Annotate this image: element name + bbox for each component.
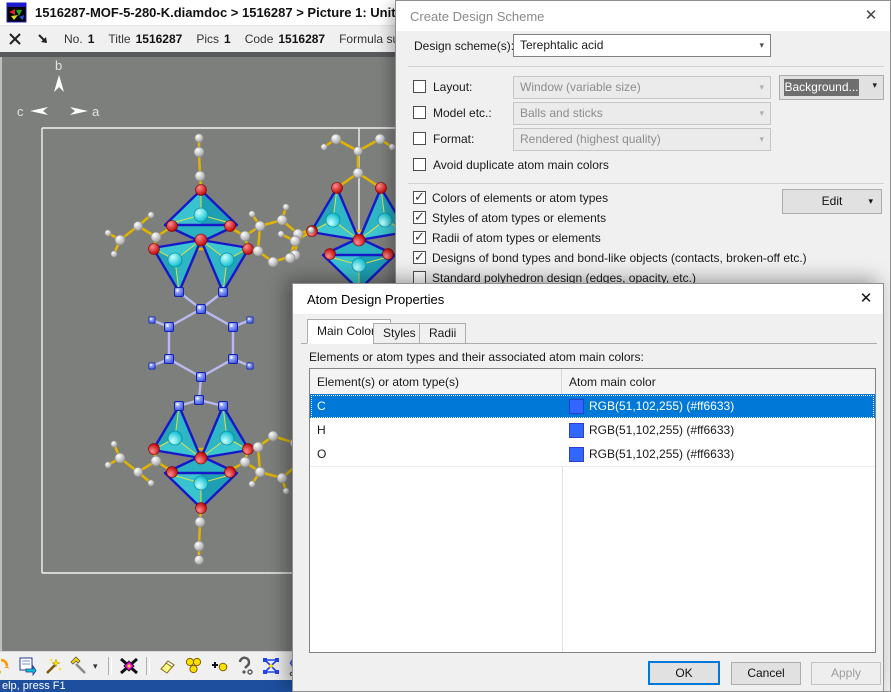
table-row-C[interactable]: C RGB(51,102,255) (#ff6633) [310, 394, 875, 419]
separator [408, 183, 884, 184]
toolbar-separator [146, 657, 150, 675]
layout-combobox: Window (variable size)▾ [513, 76, 771, 99]
polyhedra-cluster-upper [149, 185, 254, 293]
apply-button: Apply [811, 662, 881, 685]
background-dropdown-icon[interactable]: ▾ [872, 80, 877, 91]
toolbar-separator [108, 657, 112, 675]
atom-dialog-title: Atom Design Properties [307, 292, 444, 307]
add-atom-icon[interactable] [207, 654, 231, 678]
cancel-button[interactable]: Cancel [731, 662, 801, 685]
window-title: 1516287-MOF-5-280-K.diamdoc > 1516287 > … [35, 5, 406, 20]
bond-designs-option-checkbox[interactable] [413, 251, 426, 264]
colors-option-checkbox[interactable] [413, 191, 426, 204]
blue-atoms [149, 288, 253, 411]
layout-checkbox[interactable] [413, 80, 426, 93]
bond-designs-option-label: Designs of bond types and bond-like obje… [432, 251, 807, 265]
layout-label: Layout: [433, 80, 472, 94]
close-picture-icon[interactable] [8, 32, 22, 46]
format-combobox: Rendered (highest quality)▾ [513, 128, 771, 151]
color-swatch[interactable] [569, 447, 584, 462]
destroy-icon[interactable] [117, 654, 141, 678]
color-swatch[interactable] [569, 423, 584, 438]
eraser-icon[interactable] [155, 654, 179, 678]
polyhedra-cluster-lower [149, 406, 254, 514]
table-description: Elements or atom types and their associa… [309, 350, 644, 364]
status-text: elp, press F1 [2, 680, 66, 692]
color-swatch[interactable] [569, 399, 584, 414]
column-color: Atom main color [562, 369, 875, 394]
add-atoms-icon[interactable] [181, 654, 205, 678]
separator [408, 66, 884, 67]
app-icon [6, 2, 27, 23]
table-row-H[interactable]: H RGB(51,102,255) (#ff6633) [310, 418, 875, 443]
update-icon[interactable] [0, 654, 13, 678]
colors-option-label: Colors of elements or atom types [432, 191, 608, 205]
picture-report-icon[interactable] [15, 654, 39, 678]
avoid-duplicate-label: Avoid duplicate atom main colors [433, 158, 609, 172]
application-window: 1516287-MOF-5-280-K.diamdoc > 1516287 > … [0, 0, 891, 692]
axis-b-label: b [55, 58, 62, 73]
model-label: Model etc.: [433, 106, 492, 120]
build-icon[interactable] [67, 654, 91, 678]
atom-dialog-titlebar: Atom Design Properties ✕ [293, 284, 883, 314]
format-checkbox[interactable] [413, 132, 426, 145]
tab-radii[interactable]: Radii [419, 323, 466, 344]
tabstrip: Main Colors Styles Radii [301, 317, 877, 344]
build-dropdown-icon[interactable]: ▾ [93, 661, 103, 672]
edit-dropdown-icon[interactable]: ▾ [868, 190, 873, 213]
design-scheme-label: Design scheme(s): [414, 39, 514, 53]
goto-arrow-icon[interactable] [36, 32, 50, 46]
axis-a-label: a [92, 104, 100, 119]
column-element: Element(s) or atom type(s) [310, 369, 562, 394]
atom-design-properties-dialog: Atom Design Properties ✕ Main Colors Sty… [292, 283, 884, 692]
model-checkbox[interactable] [413, 106, 426, 119]
atom-color-table: Element(s) or atom type(s) Atom main col… [309, 368, 876, 653]
model-combobox: Balls and sticks▾ [513, 102, 771, 125]
close-icon[interactable]: ✕ [858, 4, 884, 28]
radii-option-checkbox[interactable] [413, 231, 426, 244]
axis-indicator: b c a [17, 58, 100, 119]
field-pics: Pics 1 [196, 32, 230, 46]
design-scheme-combobox[interactable]: Terephtalic acid▾ [513, 34, 771, 57]
field-no: No. 1 [64, 32, 94, 46]
field-code: Code 1516287 [245, 32, 325, 46]
avoid-duplicate-checkbox[interactable] [413, 158, 426, 171]
ok-button[interactable]: OK [648, 661, 720, 685]
background-button[interactable]: Background... ▾ [779, 75, 884, 100]
create-dialog-title: Create Design Scheme [410, 9, 544, 24]
create-dialog-titlebar: Create Design Scheme ✕ [396, 1, 890, 31]
tab-styles[interactable]: Styles [373, 323, 426, 344]
connectivity-icon[interactable] [259, 654, 283, 678]
styles-option-label: Styles of atom types or elements [432, 211, 606, 225]
format-label: Format: [433, 132, 474, 146]
table-header: Element(s) or atom type(s) Atom main col… [310, 369, 875, 395]
table-row-O[interactable]: O RGB(51,102,255) (#ff6633) [310, 442, 875, 467]
broken-bonds-icon[interactable] [233, 654, 257, 678]
axis-c-label: c [17, 104, 24, 119]
wizard-icon[interactable] [41, 654, 65, 678]
styles-option-checkbox[interactable] [413, 211, 426, 224]
radii-option-label: Radii of atom types or elements [432, 231, 601, 245]
edit-button[interactable]: Edit ▾ [782, 189, 882, 214]
close-icon[interactable]: ✕ [853, 287, 879, 311]
field-title: Title 1516287 [108, 32, 182, 46]
